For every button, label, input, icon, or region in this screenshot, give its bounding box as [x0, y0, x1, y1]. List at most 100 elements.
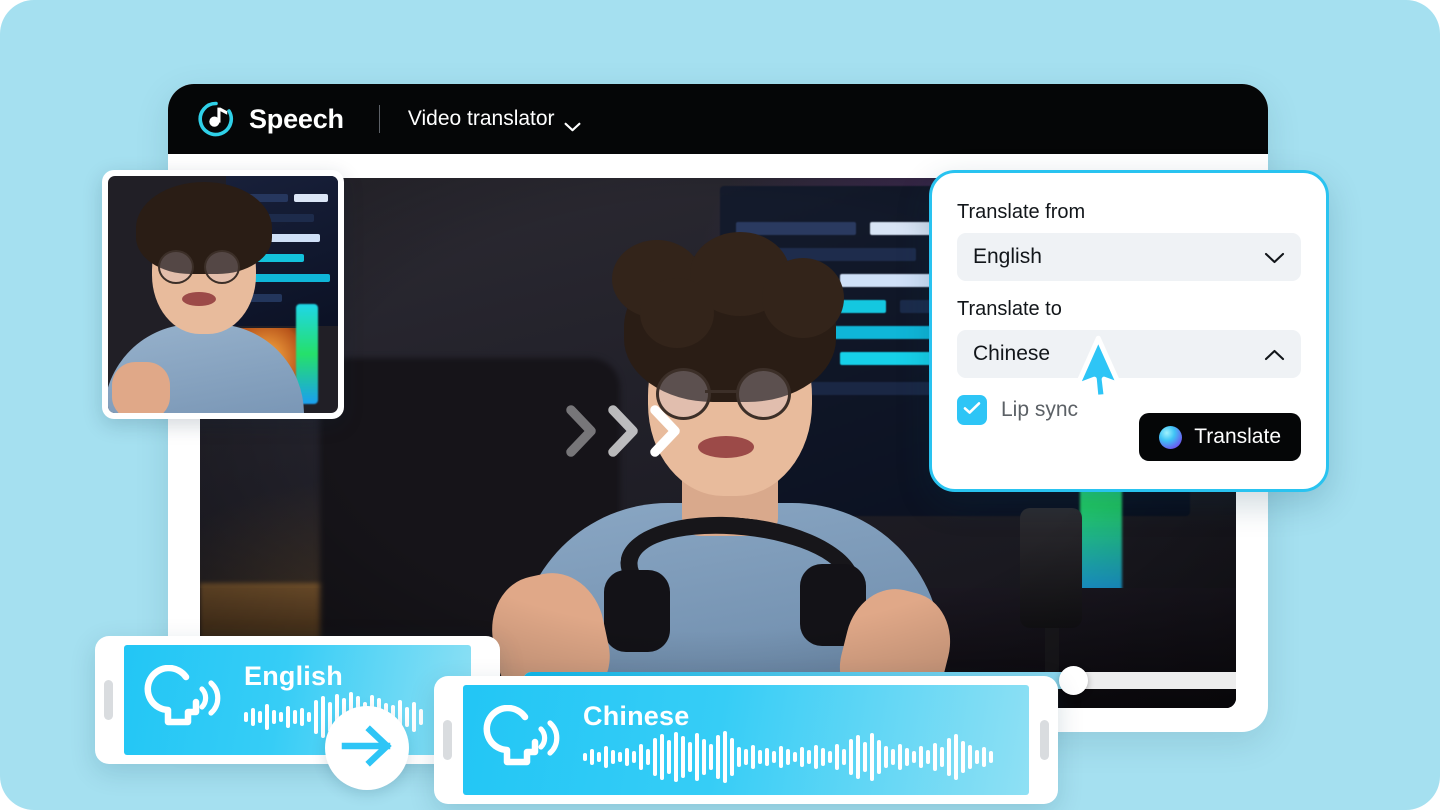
page-root: Speech Video translator Translate from E… [0, 0, 1440, 810]
chevron-right-icon [647, 404, 685, 458]
waveform-bar [716, 734, 720, 779]
audio-card-language: Chinese [583, 700, 690, 731]
waveform-bar [730, 737, 734, 776]
waveform-bar [961, 740, 965, 773]
waveform-bar [884, 745, 888, 768]
waveform-bar [300, 707, 304, 726]
translate-from-label: Translate from [957, 201, 1086, 223]
waveform-bar [758, 749, 762, 764]
gradient-orb-icon [1159, 425, 1183, 449]
checkmark-icon [962, 400, 982, 421]
translate-button-label: Translate [1194, 425, 1281, 448]
waveform-bar [751, 744, 755, 769]
waveform-bar [926, 749, 930, 764]
waveform-bar [660, 733, 664, 780]
arrow-right-icon [341, 724, 393, 772]
waveform-bar [912, 750, 916, 763]
waveform-bar [940, 746, 944, 767]
translate-to-select[interactable]: Chinese [957, 330, 1301, 378]
waveform-bar [835, 743, 839, 770]
waveform-bar [412, 701, 416, 732]
waveform-bar [947, 737, 951, 776]
waveform-bar [681, 735, 685, 778]
video-translator-menu[interactable]: Video translator [407, 107, 581, 132]
waveform-bar [919, 745, 923, 768]
chevron-down-icon [1264, 251, 1285, 264]
translate-from-value: English [973, 245, 1042, 268]
waveform-bar [982, 746, 986, 767]
speech-music-note-logo-icon [196, 99, 236, 139]
audio-card-inner: English [124, 645, 471, 755]
waveform-bar [772, 750, 776, 763]
brand-name: Speech [249, 103, 344, 134]
waveform-bar [737, 746, 741, 767]
waveform-bar [807, 749, 811, 764]
video-translator-menu-label: Video translator [407, 107, 555, 130]
waveform-bar [272, 709, 276, 724]
waveform-bar [863, 741, 867, 772]
speaking-head-icon [144, 664, 222, 736]
card-handle-left [104, 680, 113, 720]
waveform-bar [877, 739, 881, 774]
chevron-right-icon [605, 404, 643, 458]
audio-card-inner: Chinese [463, 685, 1029, 795]
lip-sync-checkbox[interactable] [957, 395, 987, 425]
translate-panel: Translate from English Translate to Chin… [929, 170, 1329, 492]
speaking-head-icon [483, 704, 561, 776]
progress-knob[interactable] [1059, 665, 1089, 695]
waveform-bar [251, 707, 255, 726]
waveform-bar [244, 711, 248, 722]
waveform-bar [954, 733, 958, 780]
translate-from-select[interactable]: English [957, 233, 1301, 281]
audio-card-chinese[interactable]: Chinese [434, 676, 1058, 804]
waveform-bar [667, 739, 671, 774]
waveform-bar [793, 751, 797, 762]
waveform-bar [286, 705, 290, 728]
waveform-chinese [583, 730, 993, 783]
waveform-bar [933, 742, 937, 771]
waveform-bar [293, 709, 297, 724]
waveform-bar [314, 699, 318, 734]
waveform-bar [597, 751, 601, 762]
waveform-bar [856, 734, 860, 779]
waveform-bar [321, 695, 325, 738]
chevron-up-icon [1264, 348, 1285, 361]
waveform-bar [611, 749, 615, 764]
arrow-right-button[interactable] [325, 706, 409, 790]
waveform-bar [779, 745, 783, 768]
thumbnail-image [108, 176, 338, 413]
translate-to-label: Translate to [957, 298, 1062, 320]
waveform-bar [604, 745, 608, 768]
translate-button[interactable]: Translate [1139, 413, 1301, 461]
waveform-bar [265, 703, 269, 730]
waveform-bar [419, 708, 423, 725]
audio-card-text: Chinese [583, 700, 993, 783]
waveform-bar [842, 748, 846, 765]
waveform-bar [405, 706, 409, 727]
card-handle-right [1040, 720, 1049, 760]
waveform-bar [800, 746, 804, 767]
waveform-bar [646, 748, 650, 765]
waveform-bar [618, 751, 622, 762]
waveform-bar [702, 738, 706, 775]
lip-sync-label: Lip sync [1001, 398, 1079, 421]
transition-chevrons [563, 404, 685, 458]
waveform-bar [695, 732, 699, 781]
waveform-bar [786, 748, 790, 765]
app-header: Speech Video translator [168, 84, 1268, 154]
waveform-bar [258, 710, 262, 723]
chevron-right-icon [563, 404, 601, 458]
waveform-bar [632, 750, 636, 763]
waveform-bar [989, 750, 993, 763]
waveform-bar [765, 747, 769, 766]
waveform-bar [849, 738, 853, 775]
waveform-bar [891, 748, 895, 765]
waveform-bar [975, 749, 979, 764]
waveform-bar [905, 747, 909, 766]
waveform-bar [307, 711, 311, 722]
waveform-bar [674, 731, 678, 782]
waveform-bar [898, 743, 902, 770]
source-video-thumbnail[interactable] [102, 170, 344, 419]
waveform-bar [821, 747, 825, 766]
waveform-bar [709, 743, 713, 770]
